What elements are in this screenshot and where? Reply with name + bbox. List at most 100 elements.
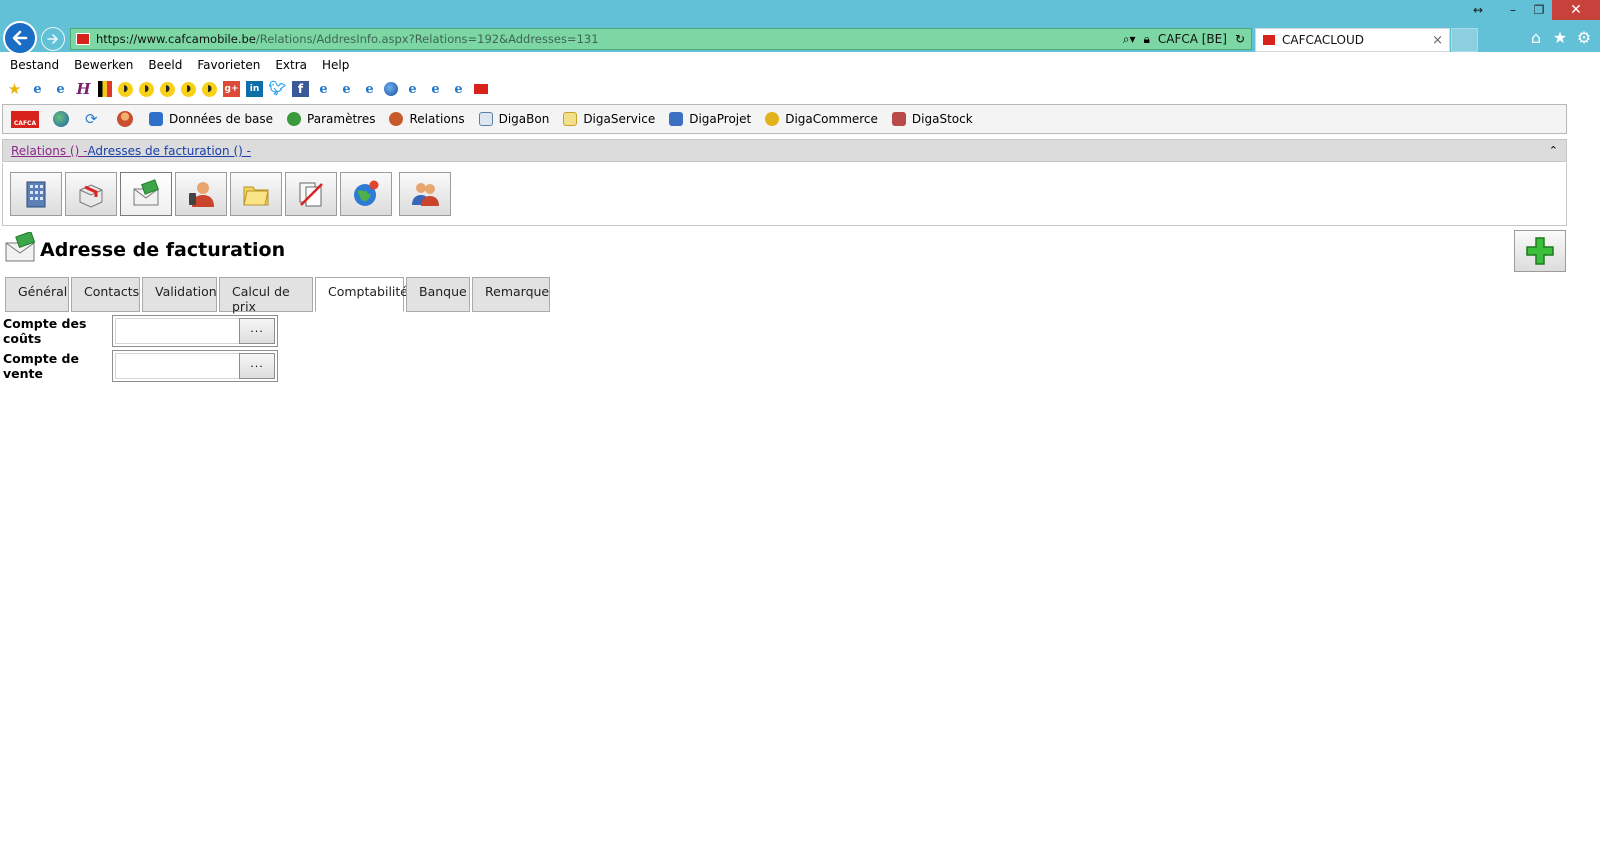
cost-account-row: Compte des coûts ··· <box>3 315 278 347</box>
breadcrumb: Relations () - Adresses de facturation (… <box>2 139 1567 162</box>
folder-button[interactable] <box>230 172 282 216</box>
cost-account-browse-button[interactable]: ··· <box>239 318 275 344</box>
toolbar-digacommerce[interactable]: DigaCommerce <box>765 112 878 126</box>
browser-tab[interactable]: CAFCACLOUD × <box>1255 28 1450 52</box>
add-button[interactable] <box>1514 230 1566 272</box>
minimize-button[interactable]: – <box>1500 0 1526 20</box>
arrow-left-icon <box>12 30 28 46</box>
toolbar-donnees-de-base[interactable]: Données de base <box>149 112 273 126</box>
google-plus-icon[interactable]: g+ <box>223 81 240 97</box>
tab-banque[interactable]: Banque <box>406 277 470 312</box>
refresh-icon[interactable]: ↻ <box>1235 32 1245 46</box>
toolbar-digaservice[interactable]: DigaService <box>563 112 655 126</box>
new-tab-button[interactable] <box>1451 28 1478 52</box>
project-icon <box>669 112 684 126</box>
globe-icon[interactable] <box>53 111 69 127</box>
toolbar-relations[interactable]: Relations <box>389 112 465 126</box>
toolbar-parametres[interactable]: Paramètres <box>287 112 375 126</box>
breadcrumb-billing-addresses[interactable]: Adresses de facturation () - <box>87 144 251 158</box>
toolbar-label: DigaProjet <box>689 112 752 126</box>
gear-icon[interactable]: ⚙ <box>1576 28 1592 47</box>
menu-bewerken[interactable]: Bewerken <box>74 58 133 72</box>
ie-icon[interactable]: e <box>404 81 421 97</box>
cafca-logo[interactable]: CAFCA <box>11 110 39 128</box>
url-text[interactable]: https://www.cafcamobile.be/Relations/Add… <box>96 32 599 46</box>
billing-address-button[interactable] <box>120 172 172 216</box>
close-window-button[interactable]: ✕ <box>1552 0 1600 20</box>
globe-icon <box>354 180 379 206</box>
menu-bar: Bestand Bewerken Beeld Favorieten Extra … <box>0 53 1600 77</box>
cafca-icon[interactable] <box>473 83 489 95</box>
url-host: https://www.cafcamobile.be <box>96 32 256 46</box>
web-button[interactable] <box>340 172 392 216</box>
resize-icon[interactable]: ↔ <box>1456 0 1500 20</box>
facebook-icon[interactable]: f <box>292 81 309 97</box>
lock-icon[interactable]: 🔒︎ <box>1143 32 1149 47</box>
ie-icon[interactable]: e <box>427 81 444 97</box>
page-title: Adresse de facturation <box>40 239 286 261</box>
tab-general[interactable]: Général <box>5 277 69 312</box>
sales-account-browse-button[interactable]: ··· <box>239 353 275 379</box>
package-icon <box>79 184 103 208</box>
service-icon <box>563 112 578 126</box>
globe-icon[interactable] <box>384 82 398 96</box>
tab-remarque[interactable]: Remarque <box>472 277 550 312</box>
bee-icon[interactable]: ◗ <box>160 81 175 97</box>
sales-account-lookup: ··· <box>112 350 278 382</box>
twitter-icon[interactable]: 🐦︎ <box>269 81 287 97</box>
bee-icon[interactable]: ◗ <box>118 81 133 97</box>
ie-icon[interactable]: e <box>361 81 378 97</box>
forward-button[interactable] <box>41 27 65 51</box>
ie-icon[interactable]: e <box>338 81 355 97</box>
back-button[interactable] <box>3 21 37 55</box>
menu-bestand[interactable]: Bestand <box>10 58 59 72</box>
tab-validation[interactable]: Validation <box>142 277 217 312</box>
users-button[interactable] <box>399 172 451 216</box>
add-favorite-icon[interactable]: ★ <box>6 80 23 98</box>
sync-icon[interactable]: ⟳ <box>85 111 101 127</box>
toolbar-label: DigaStock <box>911 112 973 126</box>
tab-close-icon[interactable]: × <box>1432 33 1443 48</box>
building-icon <box>26 181 46 208</box>
delivery-address-button[interactable] <box>65 172 117 216</box>
bee-icon[interactable]: ◗ <box>181 81 196 97</box>
sales-account-input[interactable] <box>115 353 239 379</box>
cost-account-input[interactable] <box>115 318 239 344</box>
toolbar-label: DigaBon <box>498 112 550 126</box>
menu-extra[interactable]: Extra <box>275 58 307 72</box>
site-identity[interactable]: CAFCA [BE] <box>1158 32 1227 46</box>
bee-icon[interactable]: ◗ <box>202 81 217 97</box>
toolbar-digastock[interactable]: DigaStock <box>891 112 973 126</box>
toolbar-digaprojet[interactable]: DigaProjet <box>669 112 751 126</box>
contact-button[interactable] <box>175 172 227 216</box>
breadcrumb-relations[interactable]: Relations () - <box>11 144 87 158</box>
address-bar[interactable]: https://www.cafcamobile.be/Relations/Add… <box>70 28 1252 50</box>
browser-icons: ⌂ ★ ⚙ <box>1528 28 1592 47</box>
documents-button[interactable] <box>285 172 337 216</box>
star-icon[interactable]: ★ <box>1552 28 1568 47</box>
search-icon[interactable]: ⌕▾ <box>1123 32 1136 47</box>
cost-account-lookup: ··· <box>112 315 278 347</box>
tab-contacts[interactable]: Contacts <box>71 277 140 312</box>
user-icon[interactable] <box>117 111 133 127</box>
toolbar-digabon[interactable]: DigaBon <box>478 112 550 126</box>
menu-beeld[interactable]: Beeld <box>148 58 182 72</box>
home-icon[interactable]: ⌂ <box>1528 28 1544 47</box>
toolbar-label: Paramètres <box>307 112 376 126</box>
flag-icon[interactable] <box>98 81 112 97</box>
menu-help[interactable]: Help <box>322 58 349 72</box>
company-button[interactable] <box>10 172 62 216</box>
tab-calcul-de-prix[interactable]: Calcul de prix <box>219 277 313 314</box>
restore-button[interactable]: ❐ <box>1526 0 1552 20</box>
collapse-icon[interactable]: ⌃ <box>1549 144 1558 157</box>
ie-icon[interactable]: e <box>52 81 69 97</box>
menu-favorieten[interactable]: Favorieten <box>197 58 260 72</box>
bee-icon[interactable]: ◗ <box>139 81 154 97</box>
url-path: /Relations/AddresInfo.aspx?Relations=192… <box>255 32 599 46</box>
ie-icon[interactable]: e <box>450 81 467 97</box>
h-icon[interactable]: H <box>75 80 92 98</box>
linkedin-icon[interactable]: in <box>246 81 263 97</box>
ie-icon[interactable]: e <box>315 81 332 97</box>
tab-comptabilite[interactable]: Comptabilité <box>315 277 408 312</box>
ie-icon[interactable]: e <box>29 81 46 97</box>
